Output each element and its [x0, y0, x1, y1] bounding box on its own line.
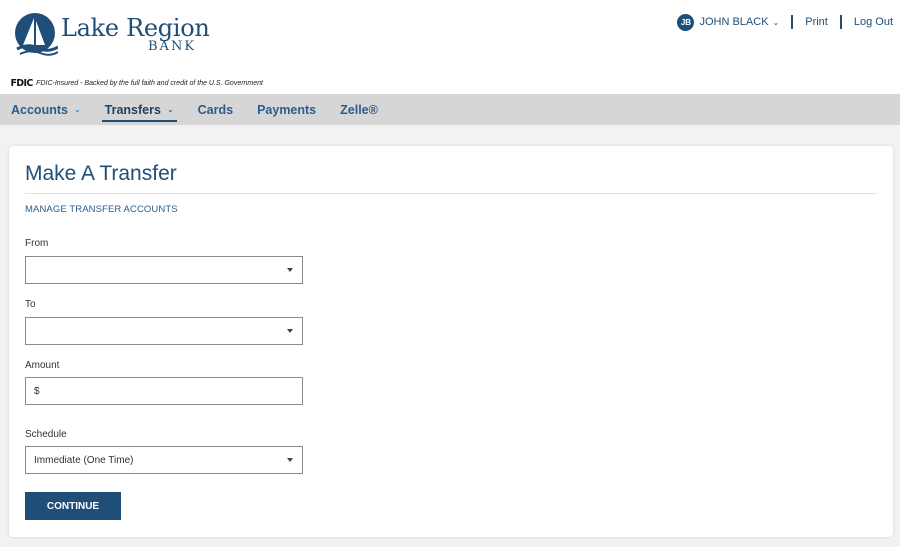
- caret-down-icon: [287, 329, 293, 333]
- top-nav: JB JOHN BLACK ⌄ Print Log Out: [677, 13, 893, 31]
- continue-button[interactable]: CONTINUE: [25, 492, 121, 520]
- from-select[interactable]: [25, 256, 303, 284]
- to-select[interactable]: [25, 317, 303, 345]
- page-title: Make A Transfer: [25, 162, 177, 185]
- bank-logo[interactable]: Lake Region BANK: [14, 12, 214, 60]
- fdic-notice: FDIC FDIC-Insured - Backed by the full f…: [10, 77, 263, 89]
- brand-sub: BANK: [148, 39, 197, 54]
- nav-label: Transfers: [104, 102, 161, 117]
- manage-transfer-accounts-link[interactable]: MANAGE TRANSFER ACCOUNTS: [25, 204, 178, 215]
- to-label: To: [25, 299, 36, 310]
- fdic-logo: FDIC: [10, 77, 33, 89]
- nav-label: Payments: [257, 102, 317, 117]
- divider: [791, 15, 794, 29]
- amount-value: $: [34, 385, 40, 397]
- nav-zelle[interactable]: Zelle®: [340, 94, 378, 125]
- chevron-down-icon: ⌄: [166, 105, 174, 114]
- caret-down-icon: [287, 268, 293, 272]
- schedule-select[interactable]: Immediate (One Time): [25, 446, 303, 474]
- sailboat-icon: [15, 13, 58, 56]
- main-nav: Accounts ⌄ Transfers ⌄ Cards Payments Zell…: [0, 94, 900, 125]
- avatar[interactable]: JB: [677, 13, 695, 31]
- nav-cards[interactable]: Cards: [198, 94, 233, 125]
- nav-payments[interactable]: Payments: [257, 94, 316, 125]
- divider: [839, 15, 842, 29]
- nav-label: Zelle®: [340, 102, 378, 117]
- header: Lake Region BANK FDIC FDIC-Insured - Bac…: [0, 0, 900, 94]
- nav-accounts[interactable]: Accounts ⌄: [11, 94, 81, 125]
- transfer-card: Make A Transfer MANAGE TRANSFER ACCOUNTS…: [9, 146, 893, 537]
- title-divider: [25, 193, 877, 194]
- amount-input[interactable]: $: [25, 377, 303, 405]
- fdic-text: FDIC-Insured - Backed by the full faith …: [36, 79, 263, 87]
- user-menu[interactable]: JOHN BLACK ⌄: [699, 16, 779, 28]
- chevron-down-icon: ⌄: [772, 18, 780, 27]
- chevron-down-icon: ⌄: [73, 105, 81, 114]
- caret-down-icon: [287, 458, 293, 462]
- schedule-value: Immediate (One Time): [34, 454, 134, 466]
- logout-link[interactable]: Log Out: [854, 16, 893, 28]
- print-link[interactable]: Print: [805, 16, 828, 28]
- nav-label: Cards: [197, 102, 234, 117]
- nav-transfers[interactable]: Transfers ⌄: [101, 94, 177, 125]
- from-label: From: [25, 238, 49, 249]
- schedule-label: Schedule: [25, 429, 67, 440]
- brand-name: Lake Region: [61, 14, 210, 42]
- amount-label: Amount: [25, 360, 60, 371]
- user-name: JOHN BLACK: [699, 16, 769, 28]
- nav-label: Accounts: [11, 102, 68, 117]
